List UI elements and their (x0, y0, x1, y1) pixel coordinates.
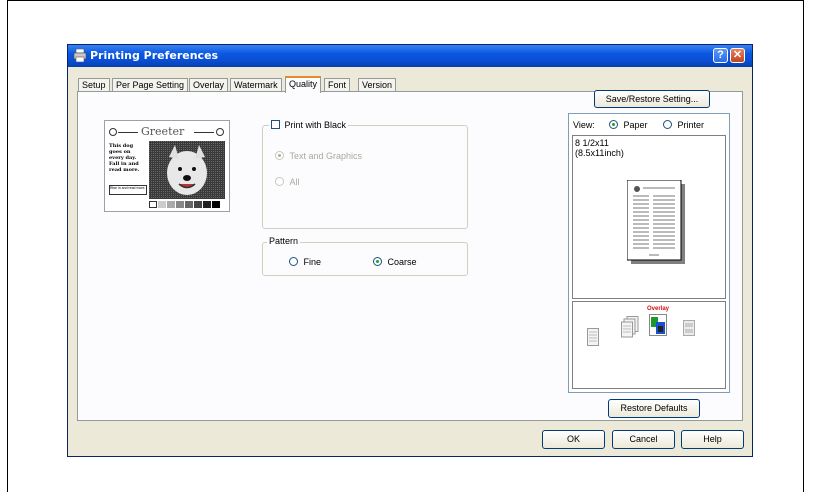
radio-view-printer-dot[interactable] (663, 120, 672, 130)
radio-fine[interactable]: Fine (289, 256, 321, 267)
help-label: Help (703, 434, 722, 444)
preview-caption: Rise in and read more. (109, 185, 147, 195)
print-with-black-checkbox-box[interactable] (271, 120, 280, 130)
ok-button[interactable]: OK (542, 430, 605, 449)
pattern-legend: Pattern (267, 236, 301, 246)
quality-preview-image: Greeter This dog goes on every day. Fall… (104, 120, 230, 212)
print-with-black-label: Print with Black (284, 119, 347, 130)
multi-page-icon (621, 316, 639, 338)
preview-header: Greeter (108, 125, 226, 138)
overlay-icon (649, 314, 667, 336)
restore-defaults-label: Restore Defaults (620, 403, 688, 413)
print-with-black-group: Print with Black Text and Graphics All (262, 119, 468, 229)
radio-text-and-graphics[interactable]: Text and Graphics (275, 150, 362, 161)
radio-text-and-graphics-label: Text and Graphics (289, 150, 363, 161)
radio-text-and-graphics-dot[interactable] (275, 151, 284, 161)
single-page-icon (587, 328, 599, 346)
tab-setup[interactable]: Setup (78, 78, 110, 92)
quality-panel: Save/Restore Setting... Greeter This dog… (77, 90, 743, 421)
cancel-button[interactable]: Cancel (612, 430, 675, 449)
radio-all[interactable]: All (275, 176, 300, 187)
view-preview-box: View: Paper Printer 8 1/2x11 (8.5x11inch… (568, 113, 730, 393)
help-button[interactable]: Help (681, 430, 744, 449)
overlay-label: Overlay (647, 306, 670, 312)
radio-view-printer-label: Printer (677, 119, 705, 130)
tab-version[interactable]: Version (358, 78, 397, 92)
radio-all-dot[interactable] (275, 177, 284, 187)
preview-grayscale-swatches (149, 201, 225, 208)
radio-fine-dot[interactable] (289, 257, 298, 267)
printing-preferences-dialog: Printing Preferences ? ✕ Setup Per Page … (67, 44, 753, 457)
preview-heading: Greeter (141, 125, 185, 138)
tab-font[interactable]: Font (324, 78, 351, 92)
cancel-label: Cancel (629, 434, 658, 444)
tab-watermark[interactable]: Watermark (230, 78, 282, 92)
radio-coarse-dot[interactable] (373, 257, 382, 267)
paper-size-line1: 8 1/2x11 (575, 138, 609, 148)
tab-quality[interactable]: Quality (285, 76, 322, 93)
radio-view-printer[interactable]: Printer (663, 119, 704, 130)
radio-fine-label: Fine (303, 256, 322, 267)
save-restore-setting-label: Save/Restore Setting... (605, 94, 699, 104)
print-with-black-checkbox[interactable]: Print with Black (269, 119, 349, 130)
radio-view-paper[interactable]: Paper (609, 119, 648, 130)
tab-overlay[interactable]: Overlay (189, 78, 229, 92)
printer-view-icon (683, 320, 695, 336)
radio-coarse-label: Coarse (387, 256, 417, 267)
radio-view-paper-label: Paper (623, 119, 648, 130)
restore-defaults-button[interactable]: Restore Defaults (608, 399, 700, 418)
paper-view-pane: 8 1/2x11 (8.5x11inch) (572, 135, 726, 299)
save-restore-setting-button[interactable]: Save/Restore Setting... (594, 90, 710, 108)
close-button[interactable]: ✕ (730, 48, 745, 63)
ok-label: OK (566, 434, 580, 444)
dog-photo (149, 141, 225, 199)
preview-body-text: This dog goes on every day. Fall in and … (109, 143, 140, 173)
device-view-pane: Overlay (572, 301, 726, 389)
paper-page-thumbnail (627, 180, 685, 264)
pattern-group: Pattern Fine Coarse (262, 236, 468, 276)
tab-per-page-setting[interactable]: Per Page Setting (112, 78, 189, 92)
radio-all-label: All (289, 176, 300, 187)
radio-coarse[interactable]: Coarse (373, 256, 417, 267)
radio-view-paper-dot[interactable] (609, 120, 618, 130)
printer-icon (73, 49, 87, 62)
view-label: View: (573, 120, 595, 130)
paper-size-line2: (8.5x11inch) (575, 148, 624, 158)
help-title-button[interactable]: ? (713, 48, 728, 63)
window-title: Printing Preferences (90, 49, 219, 62)
title-bar[interactable]: Printing Preferences ? ✕ (68, 45, 752, 67)
